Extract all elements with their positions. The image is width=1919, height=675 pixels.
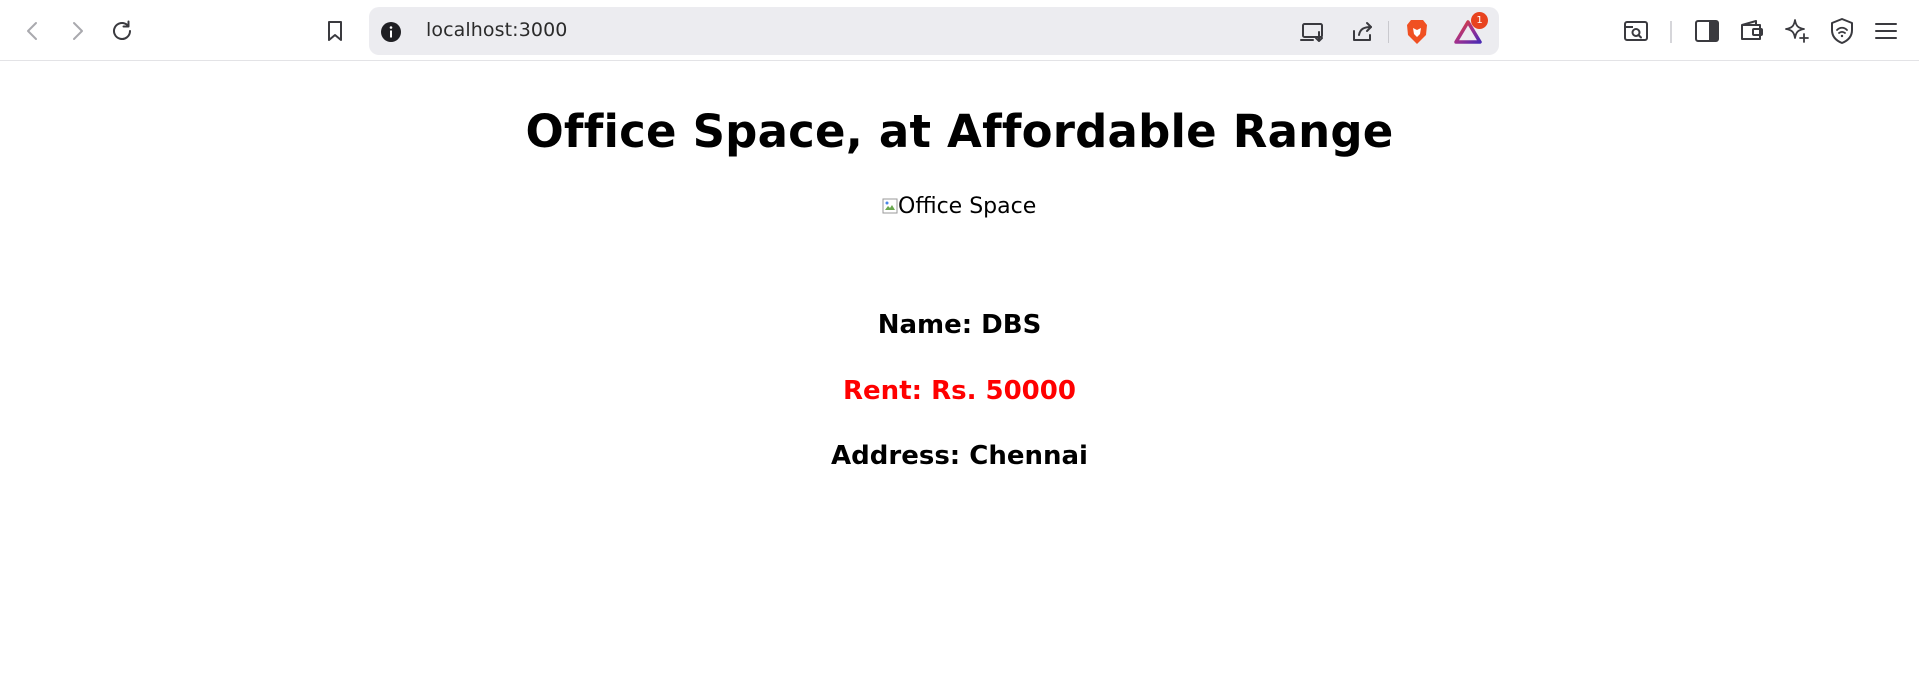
url-text[interactable]: localhost:3000 <box>426 19 567 41</box>
vpn-button[interactable] <box>1825 14 1859 48</box>
share-icon[interactable] <box>1349 18 1377 46</box>
wallet-icon <box>1739 19 1765 43</box>
reload-button[interactable] <box>105 14 139 48</box>
back-button[interactable] <box>16 14 50 48</box>
install-app-icon[interactable] <box>1299 18 1327 46</box>
image-alt-text: Office Space <box>898 193 1037 219</box>
tab-search-button[interactable] <box>1619 14 1653 48</box>
browser-toolbar: localhost:3000 1 <box>0 0 1919 61</box>
brave-lion-icon[interactable] <box>1403 18 1431 46</box>
sidebar-icon <box>1694 19 1720 43</box>
hamburger-menu-icon <box>1873 19 1899 43</box>
divider <box>1388 21 1389 43</box>
bookmark-button[interactable] <box>318 14 352 48</box>
leo-ai-button[interactable] <box>1780 14 1814 48</box>
page-title: Office Space, at Affordable Range <box>525 105 1394 158</box>
broken-image-icon <box>882 195 898 214</box>
office-rent: Rent: Rs. 50000 <box>843 376 1076 406</box>
office-image: Office Space <box>882 191 1036 221</box>
reload-icon <box>110 19 134 43</box>
forward-button[interactable] <box>60 14 94 48</box>
office-name: Name: DBS <box>877 310 1042 340</box>
toolbar-divider <box>1670 21 1672 43</box>
menu-button[interactable] <box>1869 14 1903 48</box>
bookmark-icon <box>324 19 346 43</box>
back-arrow-icon <box>22 20 44 42</box>
vpn-shield-icon <box>1829 17 1855 45</box>
wallet-button[interactable] <box>1735 14 1769 48</box>
tab-search-icon <box>1623 19 1649 43</box>
sidebar-button[interactable] <box>1690 14 1724 48</box>
address-bar[interactable]: localhost:3000 1 <box>369 7 1499 55</box>
info-icon[interactable] <box>380 21 402 43</box>
leo-ai-icon <box>1784 18 1810 44</box>
brave-rewards-icon[interactable]: 1 <box>1454 12 1488 46</box>
office-address: Address: Chennai <box>831 441 1088 471</box>
forward-arrow-icon <box>66 20 88 42</box>
rewards-badge: 1 <box>1471 12 1488 29</box>
